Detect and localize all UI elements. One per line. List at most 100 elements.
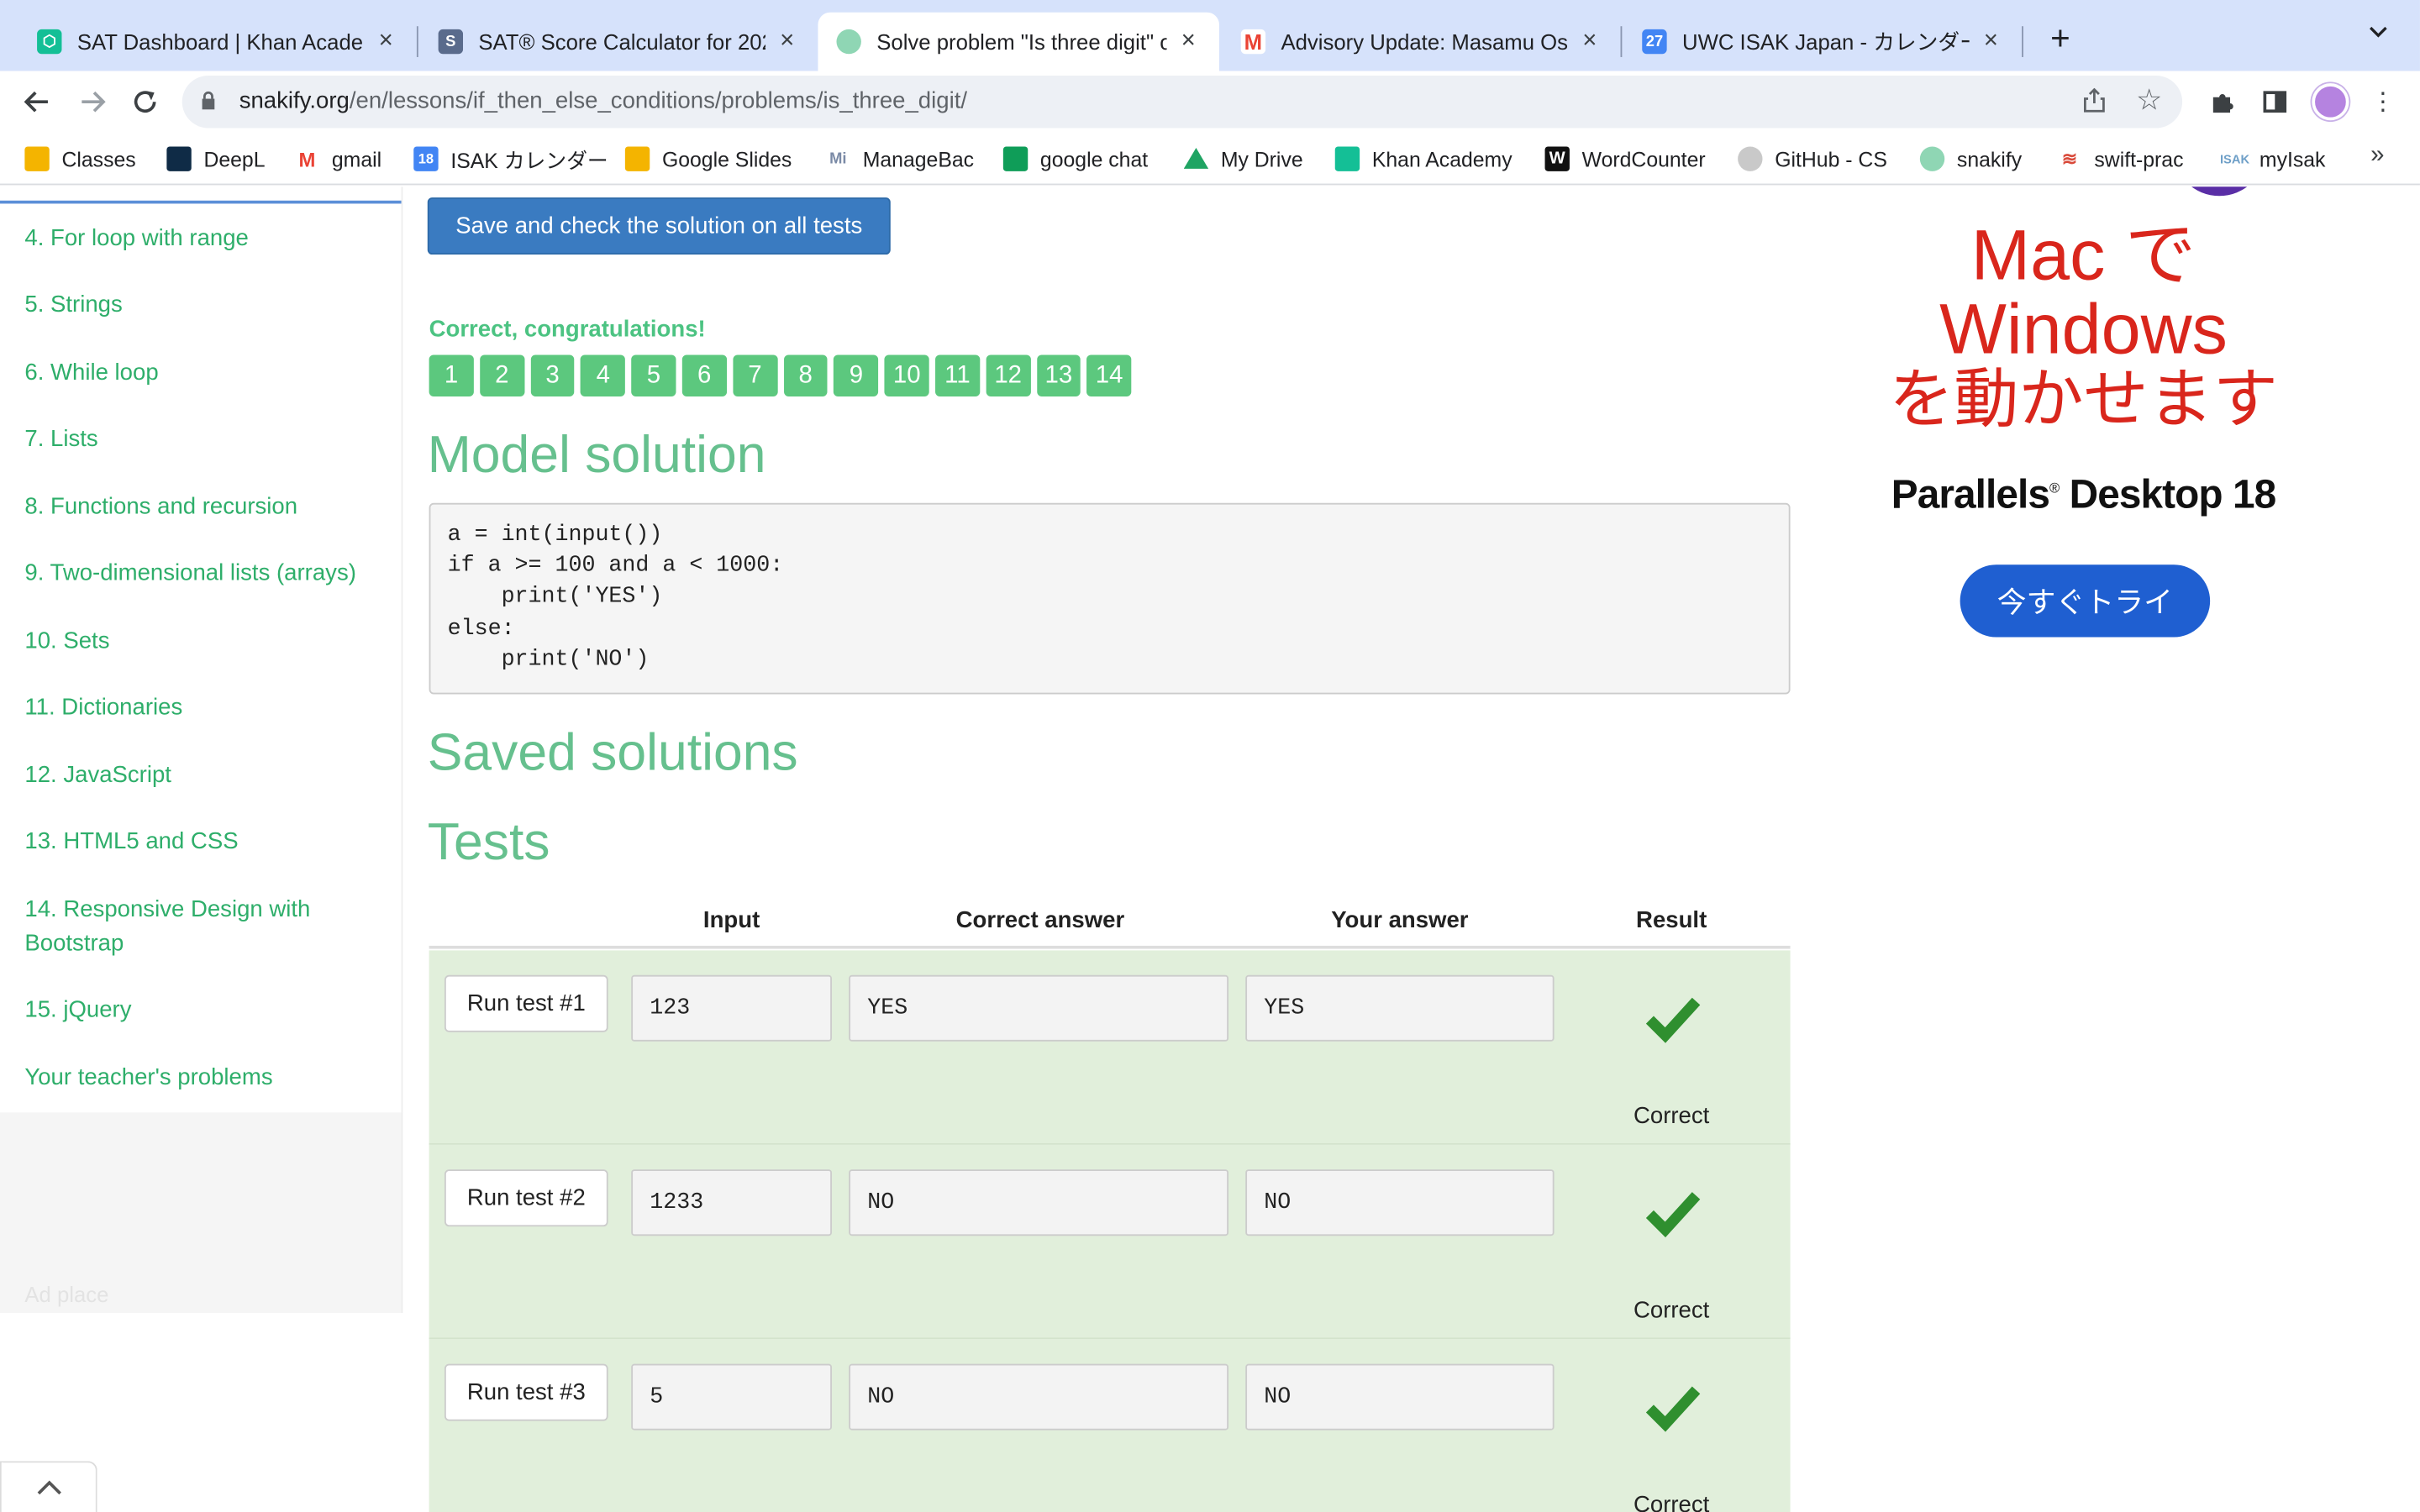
sidebar-item-functions[interactable]: 8. Functions and recursion xyxy=(24,491,379,524)
new-tab-button[interactable]: + xyxy=(2044,21,2077,55)
save-and-check-button[interactable]: Save and check the solution on all tests xyxy=(427,197,891,255)
chevron-up-icon xyxy=(36,1480,61,1495)
bookmark-wordcounter[interactable]: W WordCounter xyxy=(1544,145,1706,173)
tab-title: SAT® Score Calculator for 2022 xyxy=(478,29,766,55)
sidebar-item-jquery[interactable]: 15. jQuery xyxy=(24,994,379,1027)
bookmark-khan-academy[interactable]: Khan Academy xyxy=(1334,145,1512,173)
bookmark-snakify[interactable]: snakify xyxy=(1919,145,2022,173)
test-input-field[interactable]: 123 xyxy=(631,974,832,1042)
bookmarks-overflow-button[interactable]: » xyxy=(2370,142,2384,170)
test-badge-11[interactable]: 11 xyxy=(934,354,980,397)
correct-answer-field[interactable]: NO xyxy=(849,1363,1229,1431)
model-solution-heading: Model solution xyxy=(427,425,766,485)
correct-answer-field[interactable]: NO xyxy=(849,1169,1229,1236)
test-badge-10[interactable]: 10 xyxy=(884,354,929,397)
sidebar-item-strings[interactable]: 5. Strings xyxy=(24,288,379,322)
sidebar-item-dictionaries[interactable]: 11. Dictionaries xyxy=(24,691,379,725)
checkmark-icon xyxy=(1645,1192,1701,1238)
test-badge-1[interactable]: 1 xyxy=(429,354,474,397)
test-badge-7[interactable]: 7 xyxy=(733,354,777,397)
share-icon[interactable] xyxy=(2084,87,2106,121)
close-tab-icon[interactable]: × xyxy=(1979,28,2003,55)
browser-tab-5[interactable]: 27 UWC ISAK Japan - カレンダー - 20 × xyxy=(1623,13,2022,71)
your-answer-field[interactable]: NO xyxy=(1245,1363,1555,1431)
run-test-1-button[interactable]: Run test #1 xyxy=(444,974,608,1032)
tab-title: UWC ISAK Japan - カレンダー - 20 xyxy=(1682,29,1970,55)
browser-tab-2[interactable]: S SAT® Score Calculator for 2022 × xyxy=(420,13,818,71)
ad-try-now-button[interactable]: 今すぐトライ xyxy=(1960,564,2211,638)
bookmark-star-icon[interactable]: ☆ xyxy=(2136,83,2162,118)
close-tab-icon[interactable]: × xyxy=(1176,28,1201,55)
bookmark-google-chat[interactable]: google chat xyxy=(1002,145,1148,173)
sidebar-item-sets[interactable]: 10. Sets xyxy=(24,625,379,659)
parallels-ad[interactable]: Mac で Windows を動かせます Parallels® Desktop … xyxy=(1852,186,2316,665)
sidebar-item-lists[interactable]: 7. Lists xyxy=(24,423,379,456)
bookmarks-bar: Classes DeepL Mgmail 18 ISAK カレンダー Google… xyxy=(0,132,2420,186)
test-input-field[interactable]: 5 xyxy=(631,1363,832,1431)
browser-tab-4[interactable]: M Advisory Update: Masamu Oshima × xyxy=(1223,13,1621,71)
back-arrow-icon[interactable] xyxy=(18,83,55,120)
col-header-result: Result xyxy=(1636,906,1707,934)
sidebar-item-javascript[interactable]: 12. JavaScript xyxy=(24,759,379,793)
sidebar-item-2d-lists[interactable]: 9. Two-dimensional lists (arrays) xyxy=(24,557,379,591)
close-tab-icon[interactable]: × xyxy=(1577,28,1602,55)
sidebar-item-while-loop[interactable]: 6. While loop xyxy=(24,356,379,390)
forward-arrow-icon[interactable] xyxy=(74,83,111,120)
bookmark-classes[interactable]: Classes xyxy=(24,145,136,173)
test-badge-6[interactable]: 6 xyxy=(681,354,727,397)
browser-tab-1[interactable]: ⬡ SAT Dashboard | Khan Academy × xyxy=(18,13,417,71)
bookmark-myisak[interactable]: ISAK myIsak xyxy=(2220,145,2325,173)
github-icon xyxy=(1738,146,1763,171)
your-answer-field[interactable]: NO xyxy=(1245,1169,1555,1236)
sidebar-item-teacher-problems[interactable]: Your teacher's problems xyxy=(24,1062,379,1095)
close-tab-icon[interactable]: × xyxy=(775,28,799,55)
correct-answer-field[interactable]: YES xyxy=(849,974,1229,1042)
bookmark-swift-prac[interactable]: ≋ swift-prac xyxy=(2057,145,2184,173)
extensions-puzzle-icon[interactable] xyxy=(2207,87,2238,118)
side-panel-icon[interactable] xyxy=(2260,87,2291,118)
wordcounter-icon: W xyxy=(1544,146,1570,171)
bookmark-github-cs[interactable]: GitHub - CS xyxy=(1738,145,1887,173)
bookmark-my-drive[interactable]: My Drive xyxy=(1183,145,1303,173)
tab-search-chevron-icon[interactable] xyxy=(2367,22,2389,51)
test-badge-9[interactable]: 9 xyxy=(834,354,879,397)
test-badge-5[interactable]: 5 xyxy=(631,354,676,397)
reload-icon[interactable] xyxy=(127,83,164,120)
profile-avatar[interactable] xyxy=(2312,83,2349,121)
test-badge-8[interactable]: 8 xyxy=(783,354,829,397)
scroll-to-top-button[interactable] xyxy=(0,1461,97,1512)
bookmark-isak-calendar[interactable]: 18 ISAK カレンダー xyxy=(413,145,608,173)
tab-separator xyxy=(2022,26,2023,57)
drive-icon xyxy=(1183,147,1209,169)
run-test-3-button[interactable]: Run test #3 xyxy=(444,1363,608,1421)
sidebar-item-bootstrap[interactable]: 14. Responsive Design with Bootstrap xyxy=(24,893,349,961)
bookmark-deepl[interactable]: DeepL xyxy=(166,145,266,173)
bookmark-managebac[interactable]: Mi ManageBac xyxy=(825,145,974,173)
table-row: Run test #2 1233 NO NO Correct xyxy=(429,1144,1791,1340)
bookmark-google-slides[interactable]: Google Slides xyxy=(624,145,792,173)
run-test-2-button[interactable]: Run test #2 xyxy=(444,1169,608,1227)
address-bar[interactable]: snakify.org/en/lessons/if_then_else_cond… xyxy=(182,75,2183,129)
model-solution-code: a = int(input()) if a >= 100 and a < 100… xyxy=(429,502,1791,695)
close-tab-icon[interactable]: × xyxy=(373,28,397,55)
test-badge-2[interactable]: 2 xyxy=(479,354,524,397)
sidebar-item-html5-css[interactable]: 13. HTML5 and CSS xyxy=(24,826,379,859)
bookmark-gmail[interactable]: Mgmail xyxy=(294,145,381,173)
test-badge-13[interactable]: 13 xyxy=(1036,354,1081,397)
test-input-field[interactable]: 1233 xyxy=(631,1169,832,1236)
sidebar-item-for-loop[interactable]: 4. For loop with range xyxy=(24,222,379,255)
test-badge-4[interactable]: 4 xyxy=(581,354,626,397)
slides-icon xyxy=(624,146,650,171)
test-badge-14[interactable]: 14 xyxy=(1086,354,1132,397)
checkmark-icon xyxy=(1645,1386,1701,1432)
ad-decoration xyxy=(2173,186,2266,197)
kebab-menu-icon[interactable]: ⋮ xyxy=(2367,87,2398,118)
tests-heading: Tests xyxy=(427,812,550,872)
browser-tab-3-active[interactable]: Solve problem "Is three digit" of × xyxy=(818,12,1219,71)
browser-toolbar: snakify.org/en/lessons/if_then_else_cond… xyxy=(0,71,2420,133)
test-badge-3[interactable]: 3 xyxy=(530,354,575,397)
your-answer-field[interactable]: YES xyxy=(1245,974,1555,1042)
page-content: 4. For loop with range 5. Strings 6. Whi… xyxy=(0,186,2420,1512)
test-badge-12[interactable]: 12 xyxy=(986,354,1031,397)
snakify-icon xyxy=(1919,146,1945,171)
